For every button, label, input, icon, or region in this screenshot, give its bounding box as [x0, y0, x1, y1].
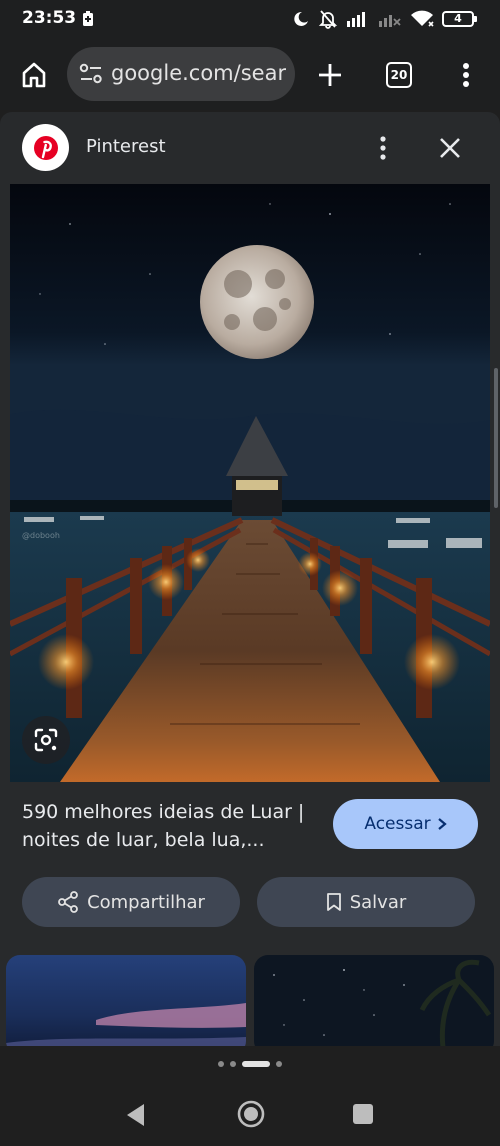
google-lens-button[interactable]	[22, 716, 70, 764]
page-dot	[276, 1061, 282, 1067]
related-image-1-picture	[6, 955, 246, 1046]
pinterest-logo[interactable]	[22, 124, 69, 171]
do-not-disturb-icon	[294, 11, 308, 26]
home-circle-icon[interactable]	[236, 1099, 266, 1129]
page-dot-active	[242, 1061, 270, 1067]
wifi-icon	[411, 10, 434, 27]
close-button[interactable]	[436, 134, 464, 162]
back-icon[interactable]	[124, 1102, 148, 1128]
more-vert-icon	[463, 63, 469, 87]
new-tab-button[interactable]	[312, 57, 348, 93]
source-name[interactable]: Pinterest	[86, 136, 166, 157]
plus-icon	[319, 64, 341, 86]
browser-toolbar: google.com/search 20	[0, 40, 500, 110]
page-dot	[230, 1061, 236, 1067]
scrollbar-thumb[interactable]	[494, 368, 498, 508]
address-bar[interactable]: google.com/search	[67, 47, 295, 101]
tab-switcher-button[interactable]: 20	[386, 62, 412, 88]
lens-icon	[34, 728, 58, 752]
battery-saver-icon	[83, 11, 93, 26]
moonlit-pier-image: @dobooh	[10, 184, 490, 782]
mute-icon	[318, 10, 338, 29]
share-button[interactable]: Compartilhar	[22, 877, 240, 927]
related-image-1[interactable]	[6, 955, 246, 1046]
home-icon	[22, 62, 46, 88]
battery-icon: 4	[442, 11, 477, 27]
signal-icon	[347, 12, 365, 27]
status-bar: 23:53 4	[0, 0, 500, 40]
status-icons: 4	[292, 8, 477, 30]
browser-menu-button[interactable]	[452, 57, 480, 93]
save-button[interactable]: Salvar	[257, 877, 475, 927]
visit-button[interactable]: Acessar	[333, 799, 478, 849]
page-indicator	[0, 1046, 500, 1082]
recents-icon[interactable]	[353, 1104, 373, 1124]
home-button[interactable]	[16, 57, 52, 93]
close-icon	[440, 138, 460, 158]
page-dot	[218, 1061, 224, 1067]
save-label: Salvar	[349, 891, 407, 913]
image-preview-sheet: Pinterest @dobooh 590 melhores ideias de…	[0, 112, 500, 1046]
visit-label: Acessar	[364, 814, 431, 834]
image-watermark: @dobooh	[22, 531, 60, 540]
site-info-icon[interactable]	[79, 63, 103, 85]
more-options-button[interactable]	[370, 132, 396, 164]
share-icon	[58, 891, 78, 913]
sheet-header: Pinterest	[0, 112, 500, 184]
result-image[interactable]: @dobooh	[10, 184, 490, 782]
related-image-2[interactable]	[254, 955, 494, 1046]
url-text[interactable]: google.com/search	[111, 61, 286, 85]
status-time: 23:53	[22, 8, 77, 28]
pinterest-icon	[33, 135, 58, 160]
chevron-right-icon	[437, 818, 447, 830]
bookmark-icon	[326, 893, 341, 911]
related-image-2-picture	[254, 955, 494, 1046]
signal-no-data-icon	[379, 15, 401, 27]
share-label: Compartilhar	[87, 891, 205, 913]
more-vert-icon	[380, 136, 386, 160]
system-navigation-bar	[0, 1082, 500, 1146]
result-title[interactable]: 590 melhores ideias de Luar | noites de …	[22, 798, 322, 854]
